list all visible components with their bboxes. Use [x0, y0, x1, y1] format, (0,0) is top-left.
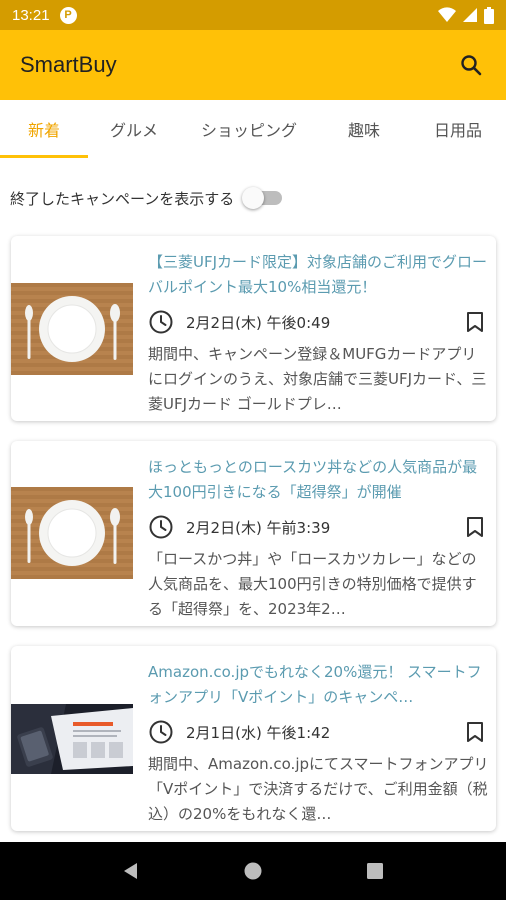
show-ended-row: 終了したキャンペーンを表示する — [10, 183, 283, 213]
wifi-icon — [438, 7, 456, 23]
campaign-description: 「ロースかつ丼」や「ロースカツカレー」などの人気商品を、最大100円引きの特別価… — [148, 550, 477, 618]
campaign-card[interactable]: 【三菱UFJカード限定】対象店舗のご利用でグローバルポイント最大10%相当還元！… — [11, 236, 496, 421]
campaign-thumbnail — [11, 283, 133, 375]
battery-icon — [484, 6, 494, 24]
search-icon — [461, 55, 482, 76]
campaign-date: 2月1日(水) 午後1:42 — [186, 723, 331, 742]
campaign-date: 2月2日(木) 午後0:49 — [186, 313, 331, 332]
tab-gourmet[interactable]: グルメ — [88, 100, 180, 158]
campaign-meta: 2月1日(水) 午後1:42 — [148, 714, 490, 750]
status-bar: 13:21 P — [0, 0, 506, 30]
recents-button[interactable] — [355, 851, 395, 891]
bookmark-icon — [467, 517, 483, 537]
show-ended-label: 終了したキャンペーンを表示する — [10, 189, 235, 208]
bookmark-button[interactable] — [464, 514, 486, 540]
bookmark-icon — [467, 722, 483, 742]
tab-shopping[interactable]: ショッピング — [180, 100, 318, 158]
bookmark-button[interactable] — [464, 309, 486, 335]
home-icon — [244, 862, 262, 880]
signal-icon — [463, 8, 477, 22]
tab-daily-goods[interactable]: 日用品 — [410, 100, 506, 158]
campaign-date: 2月2日(木) 午前3:39 — [186, 518, 331, 537]
campaign-title: Amazon.co.jpでもれなく20%還元！ スマートフォンアプリ「Vポイント… — [148, 663, 482, 706]
tab-new[interactable]: 新着 — [0, 100, 88, 158]
campaign-thumbnail — [11, 704, 133, 796]
campaign-text: 【三菱UFJカード限定】対象店舗のご利用でグローバルポイント最大10%相当還元！… — [148, 250, 490, 417]
recents-icon — [367, 863, 383, 879]
campaign-description: 期間中、Amazon.co.jpにてスマートフォンアプリ「Vポイント」で決済する… — [148, 755, 489, 823]
campaign-meta: 2月2日(木) 午後0:49 — [148, 304, 490, 340]
bookmark-icon — [467, 312, 483, 332]
app-title: SmartBuy — [20, 52, 117, 77]
campaign-meta: 2月2日(木) 午前3:39 — [148, 509, 490, 545]
campaign-card[interactable]: ほっともっとのロースカツ丼などの人気商品が最大100円引きになる「超得祭」が開催… — [11, 441, 496, 626]
app-bar: SmartBuy — [0, 30, 506, 100]
category-tabs: 新着 グルメ ショッピング 趣味 日用品 — [0, 100, 506, 158]
campaign-description: 期間中、キャンペーン登録＆MUFGカードアプリにログインのうえ、対象店舗で三菱U… — [148, 345, 487, 413]
notification-icon: P — [59, 6, 77, 24]
show-ended-toggle[interactable] — [242, 185, 283, 211]
campaign-thumbnail — [11, 487, 133, 579]
clock-icon — [149, 515, 173, 539]
campaign-card[interactable]: Amazon.co.jpでもれなく20%還元！ スマートフォンアプリ「Vポイント… — [11, 646, 496, 831]
tab-hobby[interactable]: 趣味 — [318, 100, 410, 158]
bookmark-button[interactable] — [464, 719, 486, 745]
back-button[interactable] — [111, 851, 151, 891]
system-nav-bar — [0, 842, 506, 900]
home-button[interactable] — [233, 851, 273, 891]
back-icon — [124, 863, 137, 879]
campaign-title: 【三菱UFJカード限定】対象店舗のご利用でグローバルポイント最大10%相当還元！ — [148, 253, 488, 296]
clock-icon — [149, 310, 173, 334]
status-time: 13:21 — [12, 6, 50, 24]
campaign-title: ほっともっとのロースカツ丼などの人気商品が最大100円引きになる「超得祭」が開催 — [148, 458, 478, 501]
campaign-text: Amazon.co.jpでもれなく20%還元！ スマートフォンアプリ「Vポイント… — [148, 660, 490, 827]
search-button[interactable] — [456, 50, 486, 80]
campaign-text: ほっともっとのロースカツ丼などの人気商品が最大100円引きになる「超得祭」が開催… — [148, 455, 490, 622]
clock-icon — [149, 720, 173, 744]
